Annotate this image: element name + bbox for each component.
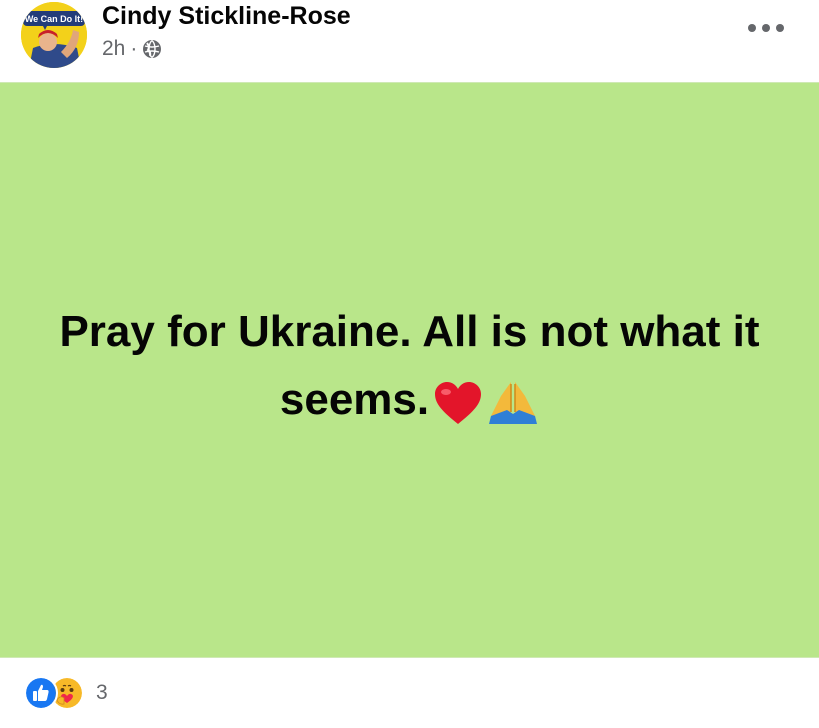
reactions-summary[interactable]: 3 [24, 676, 108, 710]
more-dot [762, 24, 770, 32]
reaction-count: 3 [96, 681, 108, 704]
meta-separator: · [130, 37, 138, 60]
praying-hands-emoji [487, 378, 539, 446]
avatar-image: We Can Do It! [21, 2, 87, 68]
author-name[interactable]: Cindy Stickline-Rose [102, 1, 351, 31]
post-meta: 2h · [102, 36, 162, 62]
avatar[interactable]: We Can Do It! [21, 2, 87, 68]
avatar-logo-text: We Can Do It! [25, 14, 83, 24]
post-text: Pray for Ukraine. All is not what it see… [59, 307, 760, 424]
post-header: We Can Do It! Cindy Stickline-Rose 2h · [0, 0, 819, 82]
facebook-post: We Can Do It! Cindy Stickline-Rose 2h · [0, 0, 819, 728]
more-options-icon[interactable] [748, 15, 784, 41]
more-dot [748, 24, 756, 32]
post-background-card[interactable]: Pray for Ukraine. All is not what it see… [0, 82, 819, 658]
post-timestamp[interactable]: 2h [102, 37, 125, 61]
heart-emoji [433, 378, 483, 446]
post-footer: 3 [0, 658, 819, 728]
like-reaction-icon [24, 676, 58, 710]
globe-icon[interactable] [142, 39, 162, 59]
post-text-block: Pray for Ukraine. All is not what it see… [30, 298, 790, 446]
more-dot [776, 24, 784, 32]
